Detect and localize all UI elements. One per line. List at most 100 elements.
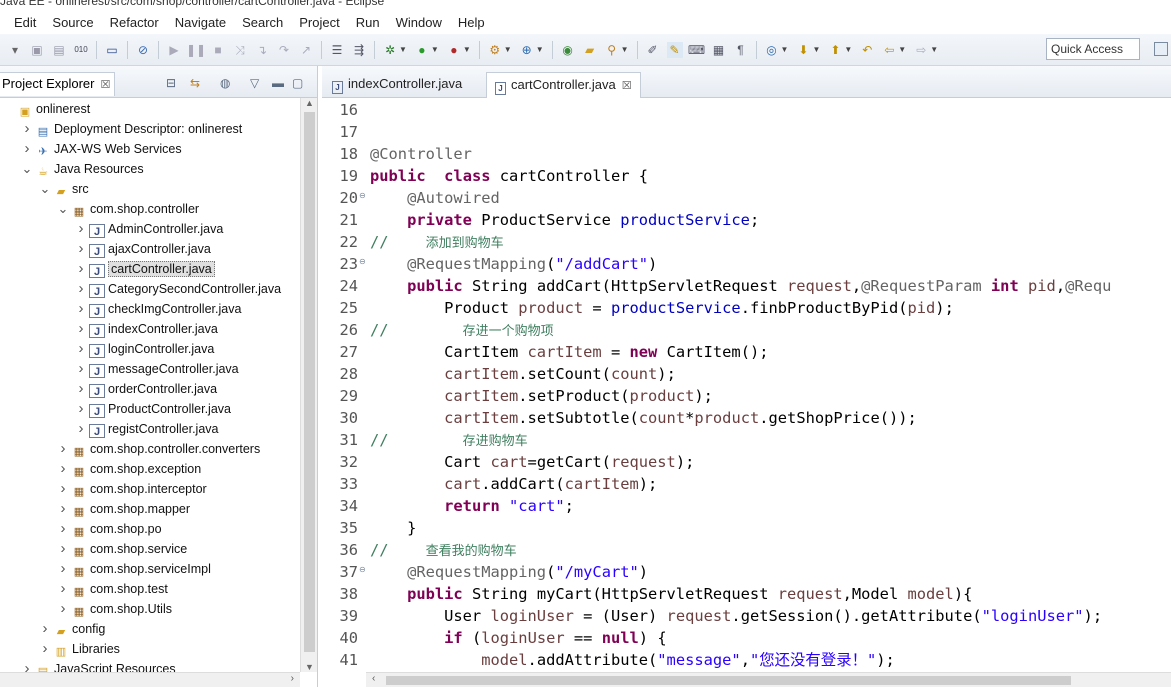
new-java-class-icon[interactable]: ⊕ [519,42,535,58]
code-line[interactable]: model.addAttribute("message","您还没有登录！"); [370,649,895,671]
show-paragraph-icon[interactable]: ¶ [733,42,749,58]
menu-refactor[interactable]: Refactor [110,15,159,30]
scroll-left-icon[interactable]: ‹ [372,673,375,684]
forward-dropdown-icon[interactable]: ▼ [930,45,938,54]
binary-icon[interactable]: 010 [73,42,89,58]
tree-item[interactable]: › ▦ com.shop.test [57,579,168,599]
code-line[interactable]: public String addCart(HttpServletRequest… [370,275,1111,297]
search-dropdown-icon[interactable]: ▼ [621,45,629,54]
resume-icon[interactable]: ▶ [166,42,182,58]
tree-item[interactable]: › J ProductController.java [75,399,231,419]
maximize-icon[interactable]: ▢ [292,76,303,90]
tree-item[interactable]: › ▥ Libraries [39,639,120,659]
tree-item[interactable]: › ▦ com.shop.interceptor [57,479,207,499]
tree-item[interactable]: › ▦ com.shop.controller.converters [57,439,261,459]
view-menu-icon[interactable]: ▽ [250,76,259,90]
menu-edit[interactable]: Edit [14,15,36,30]
fold-toggle-icon[interactable]: ⊖ [359,191,366,200]
menu-navigate[interactable]: Navigate [175,15,226,30]
tree-item[interactable]: › ▤ Deployment Descriptor: onlinerest [21,119,243,139]
tree-item[interactable]: › JindexController.java [75,319,218,339]
step-return-icon[interactable]: ↗ [298,42,314,58]
suspend-icon[interactable]: ❚❚ [186,42,206,58]
collapsed-chevron-icon[interactable]: › [57,559,69,579]
code-line[interactable]: @RequestMapping("/myCart") [370,561,648,583]
code-line[interactable]: Cart cart=getCart(request); [370,451,694,473]
tab-cart-controller[interactable]: JcartController.java ☒ [486,72,641,98]
skip-breakpoints-icon[interactable]: ⊘ [135,42,151,58]
code-line[interactable]: @Autowired [370,187,500,209]
scrollbar-thumb[interactable] [304,112,315,652]
collapsed-chevron-icon[interactable]: › [75,259,87,279]
collapsed-chevron-icon[interactable]: › [21,659,33,672]
collapsed-chevron-icon[interactable]: › [57,599,69,619]
menu-run[interactable]: Run [356,15,380,30]
block-selection-icon[interactable]: ▦ [711,42,727,58]
code-line[interactable]: cartItem.setProduct(product); [370,385,713,407]
tree-item[interactable]: › ▦ com.shop.serviceImpl [57,559,211,579]
tree-item[interactable]: › JmessageController.java [75,359,239,379]
code-line[interactable]: // 存进一个购物项 [370,319,554,341]
code-line[interactable]: // 存进购物车 [370,429,528,451]
debug-icon[interactable]: ✲ [382,42,398,58]
scrollbar-thumb[interactable] [386,676,1071,685]
tree-item[interactable]: › JcheckImgController.java [75,299,241,319]
terminate-icon[interactable]: ■ [210,42,226,58]
collapsed-chevron-icon[interactable]: › [75,339,87,359]
code-line[interactable]: Product product = productService.finbPro… [370,297,954,319]
console-icon[interactable]: ▭ [104,42,120,58]
expanded-chevron-icon[interactable]: ⌄ [57,199,69,219]
back-icon[interactable]: ⇦ [881,42,897,58]
code-line[interactable]: public class cartController { [370,165,648,187]
collapsed-chevron-icon[interactable]: › [75,359,87,379]
minimize-icon[interactable]: ▬ [272,76,284,90]
open-type-icon[interactable]: ◉ [560,42,576,58]
debug-dropdown-icon[interactable]: ▼ [399,45,407,54]
previous-annotation-icon[interactable]: ⬆ [827,42,843,58]
code-line[interactable]: cartItem.setCount(count); [370,363,676,385]
tree-item[interactable]: › J CategorySecondController.java [75,279,281,299]
menu-help[interactable]: Help [458,15,485,30]
toggle-mark-occurrences-icon[interactable]: ✐ [645,42,661,58]
tree-item[interactable]: › J AdminController.java [75,219,223,239]
expanded-chevron-icon[interactable]: ⌄ [21,159,33,179]
collapsed-chevron-icon[interactable]: › [57,579,69,599]
menu-project[interactable]: Project [299,15,339,30]
fold-toggle-icon[interactable]: ⊖ [359,257,366,266]
tree-item[interactable]: › ▦ com.shop.service [57,539,188,559]
open-perspective-icon[interactable] [1154,42,1168,56]
save-all-icon[interactable]: ▤ [51,42,67,58]
new-server-icon[interactable]: ⚙ [487,42,503,58]
code-line[interactable]: if (loginUser == null) { [370,627,666,649]
code-line[interactable]: } [370,517,416,539]
code-text-area[interactable]: @Controller public class cartController {… [370,98,1171,672]
link-with-editor-icon[interactable]: ⇆ [190,76,200,90]
filters-icon[interactable]: ◍ [220,76,230,90]
highlight-pen-icon[interactable]: ✎ [666,41,683,58]
step-over-icon[interactable]: ↷ [276,42,292,58]
code-line[interactable]: // 添加到购物车 [370,231,504,253]
run-dropdown-icon[interactable]: ▼ [431,45,439,54]
run-external-tools-icon[interactable]: ● [446,42,462,58]
close-icon[interactable]: ☒ [100,79,110,91]
save-icon[interactable]: ▣ [29,42,45,58]
run-icon[interactable]: ● [414,42,430,58]
collapsed-chevron-icon[interactable]: › [75,239,87,259]
globe-icon[interactable]: ◎ [764,42,780,58]
tree-item[interactable]: › ▤ JavaScript Resources [21,659,176,672]
code-line[interactable]: cart.addCart(cartItem); [370,473,657,495]
collapsed-chevron-icon[interactable]: › [21,139,33,159]
collapsed-chevron-icon[interactable]: › [39,619,51,639]
search-icon[interactable]: ⚲ [604,42,620,58]
scroll-down-icon[interactable]: ▼ [305,662,314,672]
drop-to-frame-icon[interactable]: ⇶ [351,42,367,58]
new-class-dropdown-icon[interactable]: ▼ [536,45,544,54]
tree-vertical-scrollbar[interactable]: ▲ ▼ [300,98,317,672]
tab-project-explorer[interactable]: Project Explorer ☒ [0,72,116,96]
tree-item[interactable]: › ▦ com.shop.po [57,519,162,539]
menu-window[interactable]: Window [396,15,442,30]
back-dropdown-icon[interactable]: ▼ [898,45,906,54]
collapsed-chevron-icon[interactable]: › [39,639,51,659]
previous-annotation-dropdown-icon[interactable]: ▼ [844,45,852,54]
collapse-all-icon[interactable]: ⊟ [166,76,176,90]
